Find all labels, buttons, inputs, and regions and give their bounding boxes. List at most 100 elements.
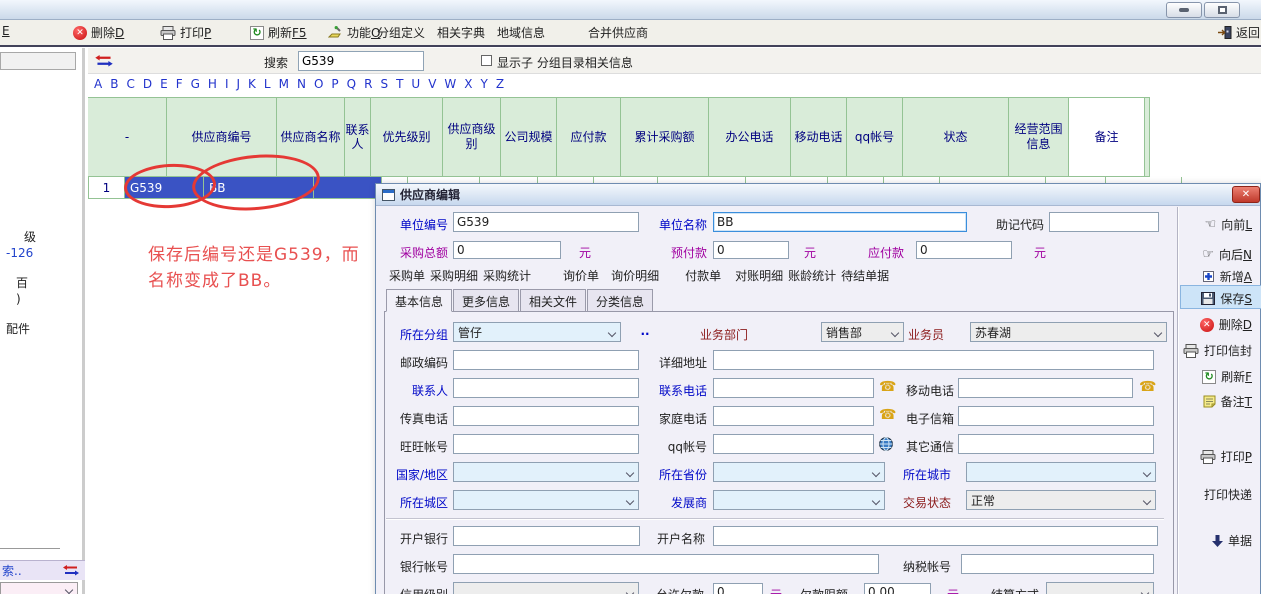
table-column-header[interactable]: qq帐号 xyxy=(847,97,903,177)
toolbar-cut-item[interactable]: E xyxy=(2,24,10,38)
alphabet-letter-link[interactable]: O xyxy=(314,77,323,91)
prev-button[interactable]: ☜ 向前L xyxy=(1205,216,1252,233)
salesman-combo[interactable]: 苏春湖 xyxy=(970,322,1167,342)
alphabet-letter-link[interactable]: Q xyxy=(347,77,356,91)
district-combo[interactable] xyxy=(453,490,639,510)
print-express-button[interactable]: 打印快递 xyxy=(1204,486,1252,503)
refresh-button[interactable]: ↻ 刷新F5 xyxy=(250,24,307,41)
address-field[interactable] xyxy=(713,350,1154,370)
tax-account-field[interactable] xyxy=(961,554,1154,574)
dialog-titlebar[interactable]: 供应商编辑 xyxy=(376,184,1260,206)
alphabet-letter-link[interactable]: L xyxy=(264,77,271,91)
alphabet-letter-link[interactable]: N xyxy=(297,77,306,91)
unit-name-field[interactable] xyxy=(713,212,967,232)
dialog-refresh-button[interactable]: ↻ 刷新F xyxy=(1202,368,1252,385)
alphabet-letter-link[interactable]: S xyxy=(380,77,388,91)
alphabet-letter-link[interactable]: C xyxy=(126,77,134,91)
tab-more-info[interactable]: 更多信息 xyxy=(453,289,519,312)
tree-item-fragment[interactable]: -126 xyxy=(6,246,33,260)
tree-item-fragment[interactable]: 级 xyxy=(24,228,36,245)
alphabet-letter-link[interactable]: M xyxy=(279,77,289,91)
account-name-field[interactable] xyxy=(713,526,1158,546)
show-sub-checkbox[interactable] xyxy=(481,55,492,66)
mobile-field[interactable] xyxy=(958,378,1133,398)
related-doc-link[interactable]: 对账明细 xyxy=(735,267,783,284)
alphabet-letter-link[interactable]: T xyxy=(396,77,403,91)
group-combo[interactable]: 管仔 xyxy=(453,322,621,342)
alphabet-letter-link[interactable]: V xyxy=(428,77,436,91)
dialog-print-button[interactable]: 打印P xyxy=(1200,448,1252,465)
alphabet-letter-link[interactable]: F xyxy=(176,77,183,91)
phone-icon[interactable]: ☎ xyxy=(1139,379,1156,395)
contact-field[interactable] xyxy=(453,378,639,398)
payable-field[interactable] xyxy=(916,241,1012,259)
print-envelope-button[interactable]: 打印信封 xyxy=(1183,342,1252,359)
tree-item-fragment[interactable]: ) xyxy=(16,292,21,306)
swap-icon[interactable] xyxy=(63,565,79,576)
alphabet-letter-link[interactable]: D xyxy=(143,77,152,91)
menu-merge-supplier[interactable]: 合并供应商 xyxy=(588,24,648,41)
table-column-header[interactable]: 联系人 xyxy=(345,97,371,177)
left-panel-search-bar[interactable]: 索.. xyxy=(0,560,85,580)
next-button[interactable]: ☞ 向后N xyxy=(1202,246,1252,263)
trade-status-combo[interactable]: 正常 xyxy=(966,490,1156,510)
table-column-header[interactable] xyxy=(1145,97,1150,177)
tree-item-fragment[interactable]: 配件 xyxy=(6,320,30,337)
contact-phone-field[interactable] xyxy=(713,378,874,398)
search-input[interactable] xyxy=(298,51,424,71)
related-doc-link[interactable]: 账龄统计 xyxy=(788,267,836,284)
dept-combo[interactable]: 销售部 xyxy=(821,322,904,342)
function-button[interactable]: 功能O xyxy=(328,24,380,41)
table-column-header[interactable]: 办公电话 xyxy=(709,97,791,177)
phone-icon[interactable]: ☎ xyxy=(879,407,896,423)
menu-group-define[interactable]: 分组定义 xyxy=(377,24,425,41)
table-column-header[interactable]: 移动电话 xyxy=(791,97,847,177)
prepaid-field[interactable] xyxy=(713,241,789,259)
tab-related-files[interactable]: 相关文件 xyxy=(520,289,586,312)
tree-item-fragment[interactable]: 百 xyxy=(16,274,28,291)
related-doc-link[interactable]: 待结单据 xyxy=(841,267,889,284)
related-doc-link[interactable]: 询价单 xyxy=(563,267,599,284)
email-field[interactable] xyxy=(958,406,1154,426)
back-button[interactable]: 返回 xyxy=(1218,24,1260,41)
group-more-button[interactable]: .. xyxy=(637,328,653,340)
alphabet-letter-link[interactable]: B xyxy=(110,77,118,91)
related-doc-link[interactable]: 采购明细 xyxy=(430,267,478,284)
qq-field[interactable] xyxy=(713,434,874,454)
documents-button[interactable]: 单据 xyxy=(1212,532,1252,549)
related-doc-link[interactable]: 采购统计 xyxy=(483,267,531,284)
province-combo[interactable] xyxy=(713,462,885,482)
fax-field[interactable] xyxy=(453,406,639,426)
alphabet-letter-link[interactable]: H xyxy=(208,77,217,91)
contact-cell[interactable] xyxy=(314,177,382,199)
table-column-header[interactable]: 经营范围信息 xyxy=(1009,97,1069,177)
bank-field[interactable] xyxy=(453,526,640,546)
table-column-header[interactable]: 状态 xyxy=(903,97,1009,177)
purchase-total-field[interactable] xyxy=(453,241,561,259)
alphabet-letter-link[interactable]: K xyxy=(248,77,256,91)
country-combo[interactable] xyxy=(453,462,639,482)
mnemonic-field[interactable] xyxy=(1049,212,1159,232)
close-icon[interactable]: ✕ xyxy=(1232,186,1260,203)
tab-classification[interactable]: 分类信息 xyxy=(587,289,653,312)
save-button[interactable]: 保存S xyxy=(1201,290,1252,307)
add-button[interactable]: 新增A xyxy=(1202,268,1252,285)
alphabet-letter-link[interactable]: G xyxy=(191,77,200,91)
table-column-header[interactable]: 公司规模 xyxy=(501,97,557,177)
phone-icon[interactable]: ☎ xyxy=(879,379,896,395)
window-minimize-button[interactable] xyxy=(1166,2,1202,18)
table-column-header[interactable]: 应付款 xyxy=(557,97,621,177)
window-maximize-button[interactable] xyxy=(1204,2,1240,18)
home-phone-field[interactable] xyxy=(713,406,874,426)
alphabet-letter-link[interactable]: I xyxy=(225,77,229,91)
related-doc-link[interactable]: 询价明细 xyxy=(611,267,659,284)
alphabet-letter-link[interactable]: J xyxy=(236,77,240,91)
remark-button[interactable]: 备注T xyxy=(1203,393,1252,410)
debt-limit-field[interactable] xyxy=(864,583,931,594)
messenger-globe-icon[interactable] xyxy=(879,437,893,451)
delete-button[interactable]: ✕ 删除D xyxy=(73,24,124,41)
alphabet-letter-link[interactable]: Y xyxy=(481,77,488,91)
alphabet-letter-link[interactable]: R xyxy=(364,77,372,91)
city-combo[interactable] xyxy=(966,462,1156,482)
alphabet-letter-link[interactable]: P xyxy=(331,77,338,91)
